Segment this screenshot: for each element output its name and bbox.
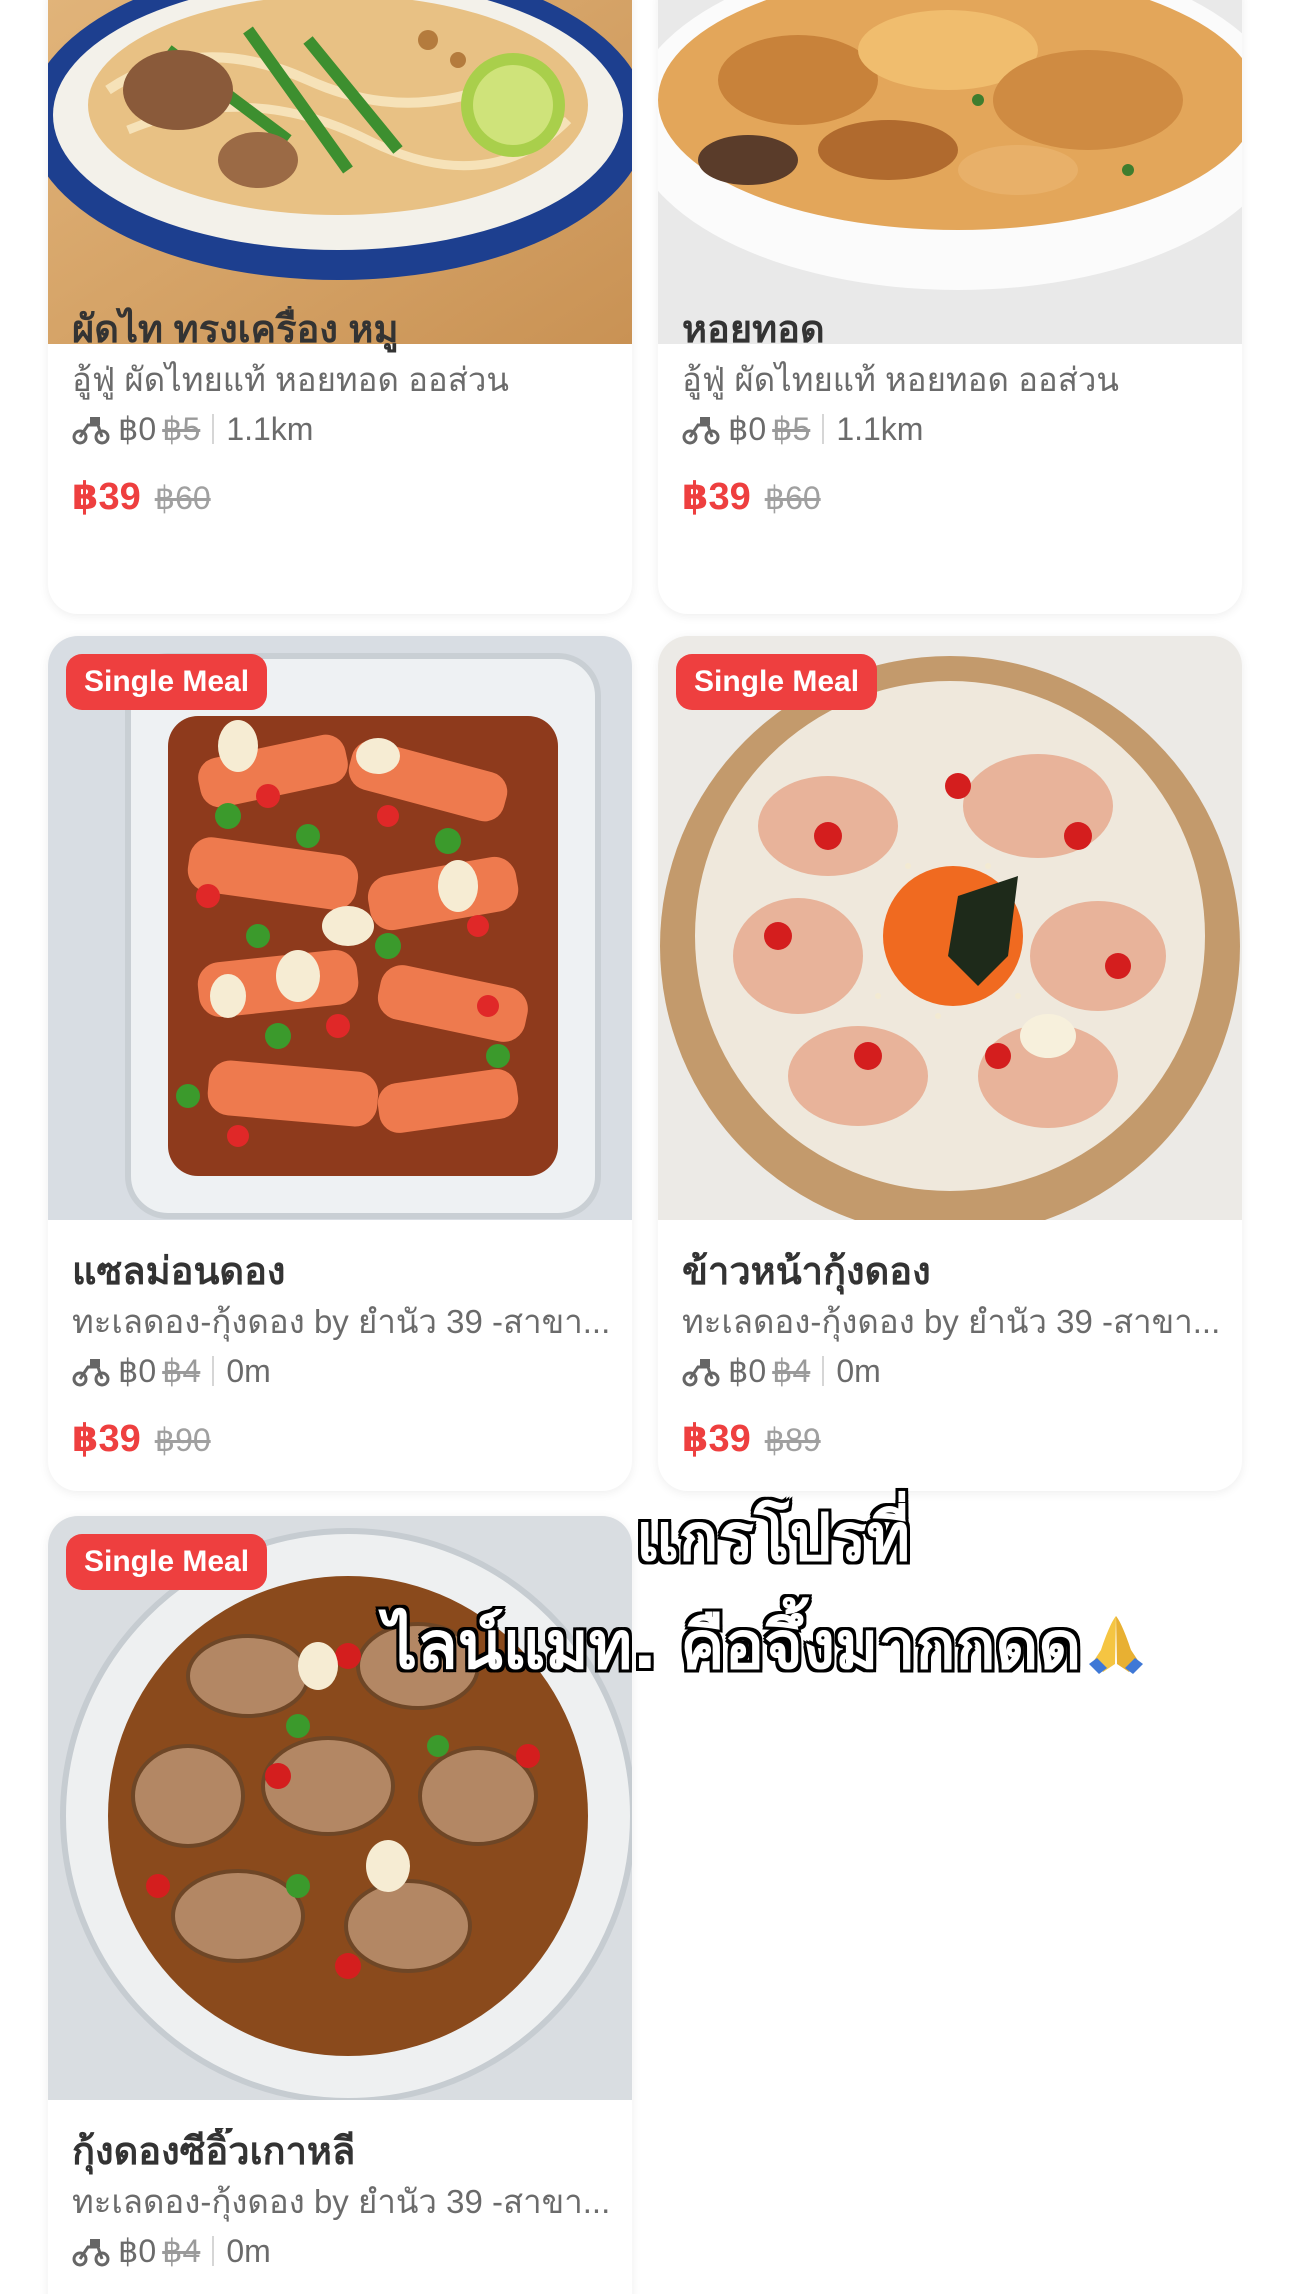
delivery-fee: ฿0 <box>118 2233 157 2269</box>
overlay-caption-line1: แกรโปรที่ <box>636 1499 911 1576</box>
motorcycle-icon <box>72 2239 110 2267</box>
product-card-shrimp-rice-bowl[interactable]: Single Meal ข้าวหน้ากุ้งดอง ทะเลดอง-กุ้ง… <box>658 636 1242 1491</box>
folded-hands-icon <box>1089 1616 1144 1674</box>
original-price: ฿60 <box>154 480 211 516</box>
delivery-fee-original: ฿4 <box>772 1353 811 1389</box>
delivery-info: ฿0 ฿4 0m <box>72 2228 612 2274</box>
product-card-pickled-salmon[interactable]: Single Meal แซลม่อนดอง ทะเลดอง-กุ้งดอง b… <box>48 636 632 1491</box>
shop-name: ทะเลดอง-กุ้งดอง by ยำนัว 39 -สาขา... <box>72 2183 611 2220</box>
original-price: ฿89 <box>764 1422 821 1458</box>
distance: 0m <box>226 1353 271 1389</box>
price: ฿39 <box>72 476 141 518</box>
product-grid-screen: ผัดไท ทรงเครื่อง หมู อู้ฟู่ ผัดไทยแท้ หอ… <box>0 0 1290 2294</box>
shop-name: อู้ฟู่ ผัดไทยแท้ หอยทอด ออส่วน <box>682 361 1119 398</box>
delivery-fee-original: ฿4 <box>162 2233 201 2269</box>
delivery-fee-original: ฿5 <box>772 411 811 447</box>
delivery-fee: ฿0 <box>728 411 767 447</box>
delivery-info: ฿0 ฿5 1.1km <box>72 406 612 452</box>
single-meal-badge: Single Meal <box>676 654 878 710</box>
fried-oyster-photo <box>658 0 1242 344</box>
pickled-salmon-photo: Single Meal <box>48 636 632 1220</box>
shop-name: ทะเลดอง-กุ้งดอง by ยำนัว 39 -สาขา... <box>72 1303 611 1340</box>
price-row: ฿39 ฿90 <box>72 1416 612 1461</box>
original-price: ฿90 <box>154 1422 211 1458</box>
shrimp-rice-bowl-photo: Single Meal <box>658 636 1242 1220</box>
product-card-pad-thai[interactable]: ผัดไท ทรงเครื่อง หมู อู้ฟู่ ผัดไทยแท้ หอ… <box>48 0 632 614</box>
product-card-fried-oyster[interactable]: หอยทอด อู้ฟู่ ผัดไทยแท้ หอยทอด ออส่วน ฿0… <box>658 0 1242 614</box>
price-row: ฿39 ฿60 <box>72 474 612 519</box>
motorcycle-icon <box>682 1359 720 1387</box>
delivery-fee: ฿0 <box>118 411 157 447</box>
product-name: กุ้งดองซีอิ๊วเกาหลี <box>72 2131 356 2173</box>
motorcycle-icon <box>682 417 720 445</box>
overlay-caption-line2: ไลน์แมท. คือจึ้งมากกดด <box>384 1608 1147 1684</box>
motorcycle-icon <box>72 1359 110 1387</box>
divider <box>212 1356 215 1386</box>
price-row: ฿39 ฿60 <box>682 474 1222 519</box>
shop-name: อู้ฟู่ ผัดไทยแท้ หอยทอด ออส่วน <box>72 361 509 398</box>
product-name: ข้าวหน้ากุ้งดอง <box>682 1251 931 1293</box>
delivery-fee-original: ฿4 <box>162 1353 201 1389</box>
original-price: ฿60 <box>764 480 821 516</box>
price: ฿39 <box>682 1418 751 1460</box>
delivery-info: ฿0 ฿4 0m <box>682 1348 1222 1394</box>
divider <box>212 414 215 444</box>
shop-name: ทะเลดอง-กุ้งดอง by ยำนัว 39 -สาขา... <box>682 1303 1221 1340</box>
single-meal-badge: Single Meal <box>66 654 268 710</box>
delivery-fee: ฿0 <box>118 1353 157 1389</box>
divider <box>212 2236 215 2266</box>
divider <box>822 414 825 444</box>
distance: 0m <box>836 1353 881 1389</box>
motorcycle-icon <box>72 417 110 445</box>
delivery-info: ฿0 ฿4 0m <box>72 1348 612 1394</box>
delivery-info: ฿0 ฿5 1.1km <box>682 406 1222 452</box>
price: ฿39 <box>682 476 751 518</box>
soy-pickled-shrimp-photo: Single Meal <box>48 1516 632 2100</box>
distance: 1.1km <box>226 411 314 447</box>
delivery-fee-original: ฿5 <box>162 411 201 447</box>
product-name: ผัดไท ทรงเครื่อง หมู <box>72 309 399 351</box>
product-name: แซลม่อนดอง <box>72 1251 286 1293</box>
pad-thai-photo <box>48 0 632 344</box>
divider <box>822 1356 825 1386</box>
distance: 1.1km <box>836 411 924 447</box>
price: ฿39 <box>72 1418 141 1460</box>
distance: 0m <box>226 2233 271 2269</box>
product-name: หอยทอด <box>682 309 825 351</box>
single-meal-badge: Single Meal <box>66 1534 268 1590</box>
delivery-fee: ฿0 <box>728 1353 767 1389</box>
price-row: ฿39 ฿89 <box>682 1416 1222 1461</box>
overlay-caption-line2-text: ไลน์แมท. คือจึ้งมากกดด <box>384 1607 1082 1684</box>
